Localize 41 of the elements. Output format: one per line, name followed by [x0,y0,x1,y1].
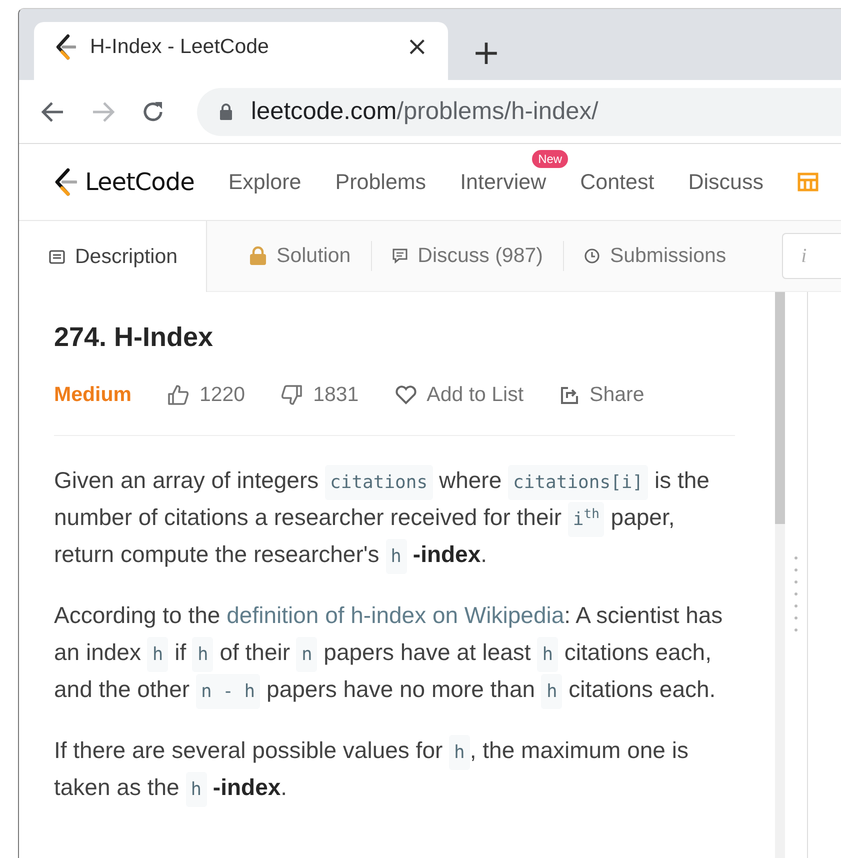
action-button[interactable]: Add to List [394,383,524,407]
scrollbar-thumb[interactable] [775,292,785,524]
nav-link[interactable]: Discuss [688,170,764,194]
close-tab-button[interactable]: × [406,34,428,60]
nav-link[interactable]: Problems [335,170,426,194]
tab-title: H-Index - LeetCode [90,35,270,59]
comment-icon [392,248,408,264]
nav-link[interactable]: Contest [580,170,654,194]
difficulty-label: Medium [54,383,132,407]
action-button[interactable]: Share [560,383,644,407]
thumbs-up-icon [167,384,190,406]
heart-icon [394,385,417,405]
clock-icon [584,248,600,264]
nav-link[interactable]: Explore [228,170,302,194]
wikipedia-link[interactable]: definition of h-index on Wikipedia [226,602,564,628]
lock-icon [248,246,267,266]
lock-icon [219,102,233,120]
problem-tab[interactable]: Description [19,221,207,292]
back-icon[interactable] [41,100,65,122]
leetcode-logo-icon [53,167,77,197]
resize-handle-icon[interactable] [794,554,798,634]
thumbs-down-icon [281,384,304,406]
share-icon [560,385,580,405]
paragraph: Given an array of integers citations where citations[i] is the number of citations a researcher received for their i$^{th}$ paper, return compute the researcher's h -index. [54,462,735,573]
leetcode-logo-icon [54,34,76,60]
nav-link[interactable]: Interview [460,170,546,194]
dislike-button[interactable]: 1831 [281,383,359,407]
address-bar[interactable]: leetcode.com/problems/h-index/ [197,88,841,136]
new-tab-button[interactable]: + [472,36,500,70]
forward-icon[interactable] [91,100,115,122]
paragraph: According to the definition of h-index on Wikipedia: A scientist has an index h if h of their n papers have at least h citations each, and the other n - h papers have no more than h citations each. [54,597,735,708]
reload-icon[interactable] [141,100,165,124]
paragraph: If there are several possible values for h , the maximum one is taken as the h -index. [54,732,735,806]
description-icon [49,250,65,264]
leetcode-logo[interactable]: LeetCode [53,167,194,197]
new-badge: New [532,150,568,168]
problem-title: 274. H-Index [54,322,214,353]
like-button[interactable]: 1220 [167,383,246,407]
problem-tab[interactable]: Solution [228,221,371,291]
problem-tab[interactable]: Submissions [564,221,746,291]
problem-tab[interactable]: Discuss (987) [372,221,563,291]
